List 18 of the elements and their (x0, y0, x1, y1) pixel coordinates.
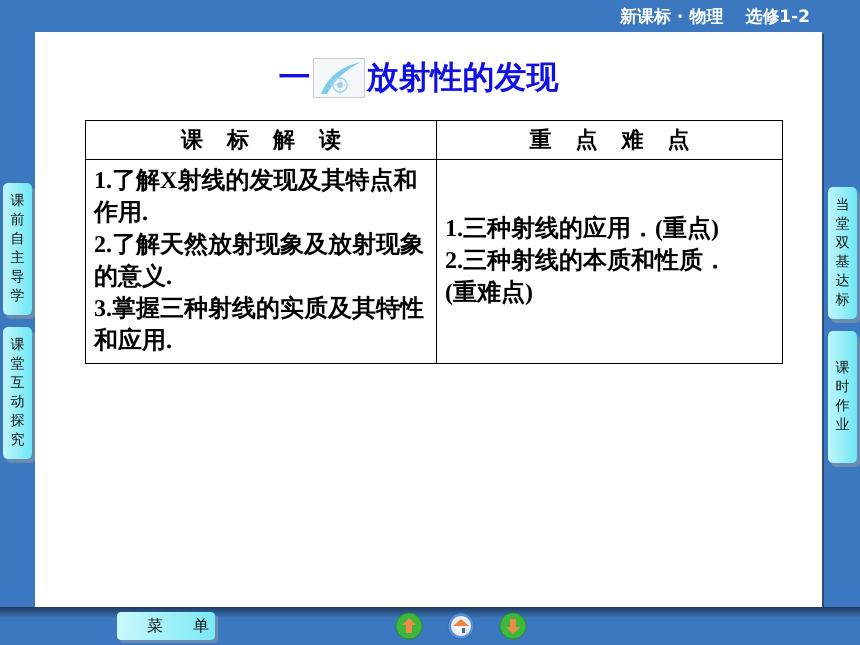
table-text: 2.三种射线的本质和性质．(重难点) (445, 246, 728, 308)
module-title: 选修1-2 (745, 6, 810, 28)
comet-target-icon (312, 58, 364, 98)
menu-button[interactable]: 菜单 (117, 612, 215, 640)
table-text: 1.了解X射线的发现及其特点和作用. (94, 166, 418, 228)
section-number: 一 (278, 57, 310, 98)
table-text: 3.掌握三种射线的实质及其特性和应用. (94, 294, 425, 356)
side-tab[interactable]: 课前自主导学 (3, 183, 32, 315)
column-header: 重点难点 (436, 120, 782, 160)
section-title: 放射性的发现 (366, 57, 558, 98)
side-tab[interactable]: 课时作业 (828, 331, 857, 463)
course-title: 新课标 · 物理 (620, 6, 724, 28)
column-header: 课标解读 (86, 120, 436, 160)
side-tab[interactable]: 课堂互动探究 (3, 327, 32, 459)
table-text: 2.了解天然放射现象及放射现象的意义. (94, 230, 425, 292)
home-icon[interactable] (447, 612, 475, 640)
side-tab[interactable]: 当堂双基达标 (828, 187, 857, 319)
table-text: 1.三种射线的应用．(重点) (445, 214, 720, 244)
